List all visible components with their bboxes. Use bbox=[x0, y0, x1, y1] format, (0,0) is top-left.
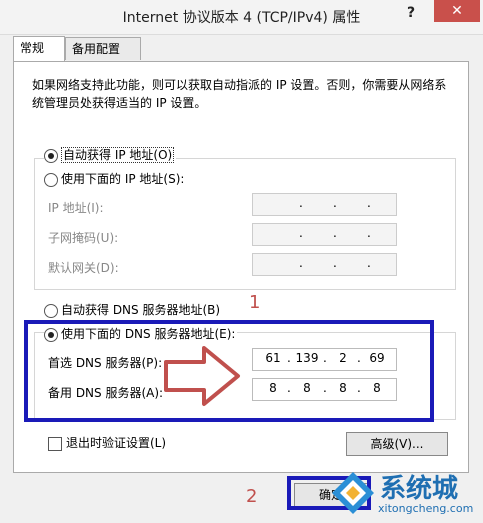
ip-address-label: IP 地址(I): bbox=[48, 201, 104, 215]
manual-ip-radio[interactable] bbox=[44, 172, 58, 187]
watermark: 系统城 xitongcheng.com bbox=[330, 466, 480, 521]
subnet-mask-input[interactable]: ... bbox=[252, 223, 397, 246]
validate-label: 退出时验证设置(L) bbox=[66, 436, 167, 450]
ip-address-input[interactable]: ... bbox=[252, 193, 397, 216]
validate-option[interactable]: 退出时验证设置(L) bbox=[48, 434, 166, 451]
subnet-mask-label: 子网掩码(U): bbox=[48, 231, 119, 245]
auto-dns-label: 自动获得 DNS 服务器地址(B) bbox=[61, 303, 221, 317]
default-gateway-label: 默认网关(D): bbox=[48, 261, 119, 275]
watermark-logo-icon bbox=[332, 472, 374, 514]
watermark-brand: 系统城 bbox=[380, 474, 459, 504]
manual-ip-option[interactable]: 使用下面的 IP 地址(S): bbox=[44, 170, 187, 187]
annotation-step-1: 1 bbox=[249, 292, 261, 313]
advanced-button[interactable]: 高级(V)... bbox=[346, 432, 448, 456]
auto-ip-option[interactable]: 自动获得 IP 地址(O) bbox=[44, 146, 177, 163]
help-button[interactable]: ? bbox=[400, 5, 422, 25]
close-button[interactable]: ✕ bbox=[434, 0, 480, 22]
validate-checkbox[interactable] bbox=[48, 436, 62, 451]
auto-dns-radio[interactable] bbox=[44, 303, 58, 318]
tab-alternate-config[interactable]: 备用配置 bbox=[65, 37, 141, 60]
manual-ip-label: 使用下面的 IP 地址(S): bbox=[61, 172, 185, 186]
auto-dns-option[interactable]: 自动获得 DNS 服务器地址(B) bbox=[44, 301, 220, 318]
title-bar: Internet 协议版本 4 (TCP/IPv4) 属性 ? ✕ bbox=[0, 0, 483, 35]
watermark-url: xitongcheng.com bbox=[378, 502, 474, 515]
auto-ip-radio[interactable] bbox=[44, 148, 58, 163]
auto-ip-label: 自动获得 IP 地址(O) bbox=[61, 147, 175, 163]
default-gateway-input[interactable]: ... bbox=[252, 253, 397, 276]
description-text: 如果网络支持此功能，则可以获取自动指派的 IP 设置。否则，你需要从网络系统管理… bbox=[32, 78, 447, 110]
annotation-step-2: 2 bbox=[246, 486, 258, 507]
right-arrow-icon bbox=[164, 346, 240, 406]
tab-general[interactable]: 常规 bbox=[13, 36, 65, 61]
